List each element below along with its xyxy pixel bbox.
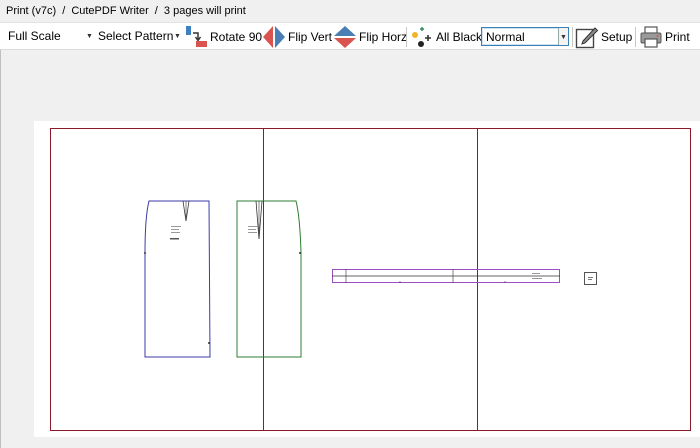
print-label: Print <box>665 30 690 44</box>
print-button[interactable]: Print <box>639 25 690 49</box>
page-tiles <box>50 128 691 431</box>
toolbar-separator <box>406 27 407 47</box>
setup-button[interactable]: Setup <box>575 25 632 49</box>
title-separator: / <box>154 5 158 17</box>
page-tile <box>50 128 264 431</box>
scale-select-value: Full Scale <box>8 29 61 43</box>
scale-select[interactable]: Full Scale ▼ <box>4 27 94 46</box>
pattern-select-value: Select Pattern <box>98 29 174 43</box>
flip-horz-label: Flip Horz <box>359 30 408 44</box>
rotate-button[interactable]: Rotate 90 <box>184 25 262 49</box>
pattern-piece-back <box>236 200 302 358</box>
title-bar: Print (v7c) / CutePDF Writer / 3 pages w… <box>0 0 700 22</box>
flip-vert-label: Flip Vert <box>288 30 333 44</box>
chevron-down-icon[interactable]: ▼ <box>85 27 94 46</box>
setup-label: Setup <box>601 30 633 44</box>
mode-select-value: Normal <box>486 30 525 44</box>
printer-icon <box>640 26 662 48</box>
all-black-icon <box>412 27 431 47</box>
window-edge <box>0 50 1 448</box>
title-app: Print (v7c) <box>6 5 57 17</box>
mode-select[interactable]: Normal ▼ <box>481 27 569 46</box>
registration-marker <box>584 272 597 285</box>
all-black-button[interactable]: All Black <box>410 25 482 49</box>
pattern-select[interactable]: Select Pattern ▼ <box>94 27 182 46</box>
page-tile <box>263 128 478 431</box>
flip-horz-button[interactable]: Flip Horz <box>333 25 407 49</box>
toolbar-separator <box>572 27 573 47</box>
title-pages: 3 pages will print <box>163 5 246 17</box>
flip-vertical-icon <box>263 26 285 48</box>
chevron-down-icon[interactable]: ▼ <box>558 28 568 45</box>
pencil-edit-icon <box>575 27 599 49</box>
toolbar: Full Scale ▼ Select Pattern ▼ Rotate 90 … <box>0 22 700 50</box>
toolbar-separator <box>635 27 636 47</box>
title-separator: / <box>62 5 66 17</box>
rotate-label: Rotate 90 <box>210 30 263 44</box>
chevron-down-icon[interactable]: ▼ <box>173 27 182 46</box>
rotate-icon <box>186 26 207 47</box>
print-preview <box>34 121 700 437</box>
pattern-piece-front <box>144 200 211 358</box>
print-preview-canvas <box>50 128 691 431</box>
all-black-label: All Black <box>436 30 483 44</box>
flip-vert-button[interactable]: Flip Vert <box>262 25 332 49</box>
flip-horizontal-icon <box>334 26 356 48</box>
title-printer: CutePDF Writer <box>71 5 149 17</box>
pattern-piece-waistband <box>332 269 560 283</box>
